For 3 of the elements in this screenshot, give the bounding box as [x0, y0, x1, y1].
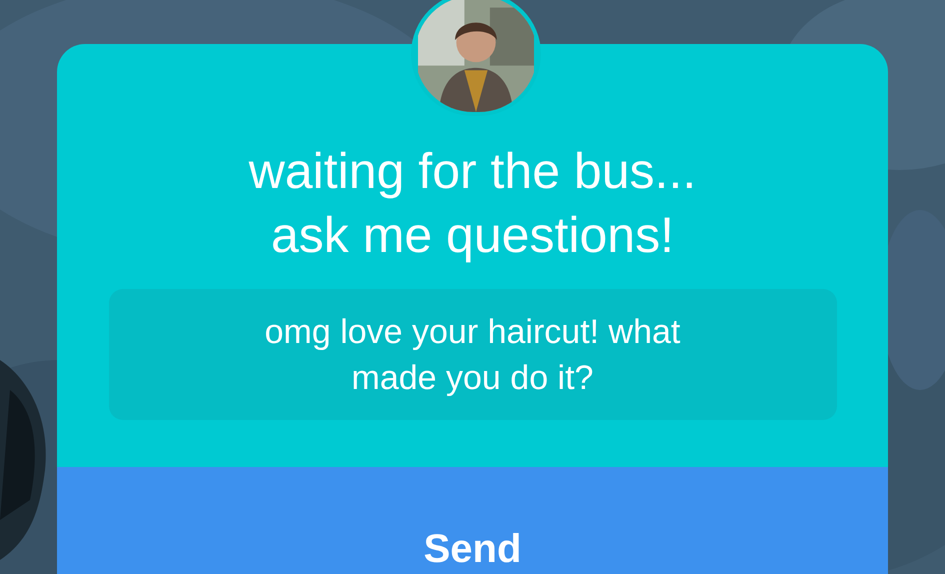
send-button[interactable]: Send — [57, 467, 888, 574]
sticker-title: waiting for the bus... ask me questions! — [248, 142, 698, 265]
answer-field[interactable]: omg love your haircut! what made you do it? — [108, 289, 836, 420]
